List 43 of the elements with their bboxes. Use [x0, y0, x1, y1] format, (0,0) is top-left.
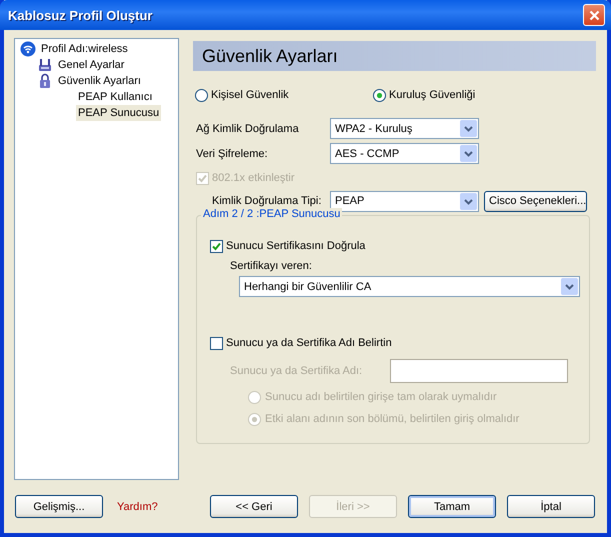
advanced-button[interactable]: Gelişmiş...	[15, 495, 103, 518]
window-title: Kablosuz Profil Oluştur	[8, 8, 154, 22]
dropdown[interactable]: Herhangi bir Güvenlilir CA	[239, 276, 580, 297]
dropdown[interactable]: PEAP	[330, 190, 479, 212]
chevron-down-icon	[561, 278, 578, 295]
tree-item[interactable]: PEAP Sunucusu	[76, 105, 162, 121]
field-label: Kimlik Doğrulama Tipi:	[211, 195, 322, 207]
tree-item[interactable]: Güvenlik Ayarları	[56, 73, 143, 89]
radio-button[interactable]	[373, 88, 386, 102]
options-button[interactable]: Cisco Seçenekleri...	[484, 190, 587, 212]
dialog-button[interactable]: Tamam	[408, 495, 496, 518]
dialog-button[interactable]: << Geri	[210, 495, 298, 518]
field-label: Veri Şifreleme:	[195, 148, 269, 160]
padlock-icon	[37, 73, 53, 89]
tree-item[interactable]: Genel Ayarlar	[56, 57, 126, 73]
help-link[interactable]: Yardım?	[117, 500, 158, 512]
checkbox-label: 802.1x etkinleştir	[212, 172, 295, 184]
field-label: Ağ Kimlik Doğrulama	[195, 122, 300, 134]
chevron-down-icon	[460, 120, 477, 137]
dropdown[interactable]: AES - CCMP	[330, 143, 479, 164]
tree-item[interactable]: PEAP Kullanıcı	[76, 89, 154, 105]
checkbox[interactable]	[210, 240, 223, 252]
radio-label: Kuruluş Güvenliği	[389, 89, 476, 101]
field-label: Sunucu ya da Sertifika Adı:	[229, 365, 364, 377]
close-icon	[588, 10, 600, 20]
checkbox-label: Sunucu Sertifikasını Doğrula	[226, 240, 366, 252]
chevron-down-icon	[460, 192, 477, 210]
radio-label: Sunucu adı belirtilen girişe tam olarak uymalıdır	[265, 391, 497, 403]
radio-label: Kişisel Güvenlik	[211, 89, 289, 101]
group-legend: Adım 2 / 2 :PEAP Sunucusu	[201, 208, 342, 220]
checkbox-label: Sunucu ya da Sertifika Adı Belirtin	[226, 337, 392, 349]
section-title: Güvenlik Ayarları	[202, 46, 338, 66]
field-label: Sertifikayı veren:	[230, 260, 313, 272]
tree-item[interactable]: Profil Adı:wireless	[39, 41, 130, 57]
router-icon	[37, 57, 53, 73]
radio-label: Etki alanı adının son bölümü, belirtilen giriş olmalıdır	[265, 413, 520, 425]
close-button[interactable]	[583, 4, 605, 26]
dropdown[interactable]: WPA2 - Kuruluş	[330, 118, 479, 139]
radio-button[interactable]	[195, 88, 208, 102]
dialog-button[interactable]: İptal	[507, 495, 595, 518]
checkbox[interactable]	[210, 336, 223, 350]
wireless-icon	[20, 41, 36, 57]
chevron-down-icon	[460, 145, 477, 162]
